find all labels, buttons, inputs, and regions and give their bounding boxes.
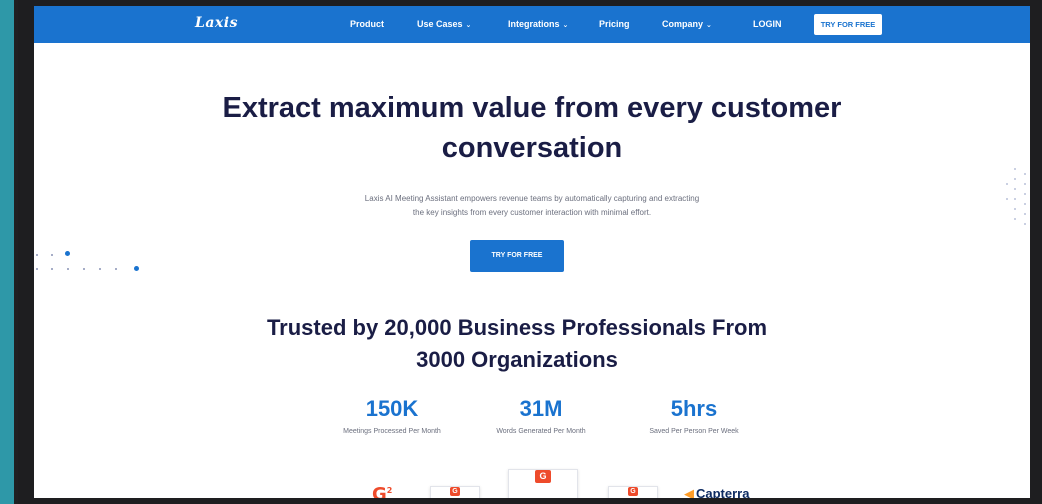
stat-words: 31M Words Generated Per Month	[461, 396, 621, 435]
dot	[134, 266, 139, 271]
g2-icon: G	[628, 487, 638, 496]
g2-award-badge: G	[608, 486, 658, 498]
laxis-logo[interactable]: Laxis	[195, 15, 238, 31]
capterra-logo: ◀ Capterra	[684, 486, 749, 498]
hero-subtitle-line-1: Laxis AI Meeting Assistant empowers reve…	[364, 194, 700, 203]
nav-product[interactable]: Product	[350, 19, 384, 29]
stat-label: Words Generated Per Month	[496, 428, 586, 435]
dot	[36, 268, 38, 270]
dot	[1006, 183, 1008, 185]
g2-award-badge-large: G	[508, 469, 578, 498]
window-edge	[0, 0, 18, 504]
dot	[1024, 223, 1026, 225]
dot	[1024, 213, 1026, 215]
dot	[1014, 178, 1016, 180]
hero-try-for-free-button[interactable]: TRY FOR FREE	[470, 240, 564, 272]
dot	[1014, 218, 1016, 220]
g2-award-badge: G	[430, 486, 480, 498]
hero-title-line-2: conversation	[441, 132, 623, 164]
stat-value: 150K	[365, 396, 419, 421]
nav-company[interactable]: Company ⌄	[662, 19, 712, 29]
chevron-down-icon: ⌄	[706, 22, 712, 29]
g2-icon: G	[450, 487, 460, 496]
dot	[1024, 183, 1026, 185]
dot	[1014, 198, 1016, 200]
g2-logo-letter: G	[372, 484, 387, 498]
hero-title-line-1: Extract maximum value from every custome…	[222, 92, 842, 124]
stat-saved-time: 5hrs Saved Per Person Per Week	[614, 396, 774, 435]
dot	[1024, 173, 1026, 175]
capterra-arrow-icon: ◀	[684, 486, 694, 498]
nav-product-label: Product	[350, 19, 385, 29]
stat-value: 31M	[519, 396, 563, 421]
dot	[65, 251, 70, 256]
capterra-text: Capterra	[696, 486, 750, 498]
nav-pricing-label: Pricing	[599, 19, 630, 29]
stat-value: 5hrs	[670, 396, 718, 421]
g2-logo: G2	[372, 484, 392, 498]
nav-integrations-label: Integrations	[508, 19, 560, 29]
dot	[83, 268, 85, 270]
g2-icon: G	[535, 470, 551, 483]
trusted-heading-line-2: 3000 Organizations	[416, 347, 618, 372]
chevron-down-icon: ⌄	[465, 22, 472, 29]
trusted-heading: Trusted by 20,000 Business Professionals…	[34, 312, 1000, 376]
dot	[1014, 168, 1016, 170]
dot	[51, 268, 53, 270]
g2-logo-sup: 2	[386, 486, 393, 495]
stat-label: Saved Per Person Per Week	[649, 428, 739, 435]
login-link[interactable]: LOGIN	[753, 19, 782, 29]
trusted-heading-line-1: Trusted by 20,000 Business Professionals…	[266, 315, 768, 340]
nav-use-cases-label: Use Cases	[417, 19, 463, 29]
chevron-down-icon: ⌄	[562, 22, 569, 29]
stat-meetings: 150K Meetings Processed Per Month	[312, 396, 472, 435]
hero-title: Extract maximum value from every custome…	[34, 88, 1030, 168]
nav-pricing[interactable]: Pricing	[599, 19, 630, 29]
dot	[1014, 208, 1016, 210]
nav-integrations[interactable]: Integrations ⌄	[508, 19, 568, 29]
hero-subtitle: Laxis AI Meeting Assistant empowers reve…	[34, 192, 1030, 220]
nav-use-cases[interactable]: Use Cases ⌄	[417, 19, 471, 29]
dot	[1024, 203, 1026, 205]
nav-try-for-free-button[interactable]: TRY FOR FREE	[814, 14, 882, 35]
dot	[1014, 188, 1016, 190]
dot	[1006, 198, 1008, 200]
dot	[51, 254, 53, 256]
nav-company-label: Company	[662, 19, 704, 29]
dot	[67, 268, 69, 270]
dot	[1024, 193, 1026, 195]
stat-label: Meetings Processed Per Month	[343, 428, 441, 435]
website-screenshot: Laxis Product Use Cases ⌄ Integrations ⌄ P…	[34, 6, 1030, 498]
dot	[99, 268, 101, 270]
top-navbar: Laxis Product Use Cases ⌄ Integrations ⌄ P…	[34, 6, 1030, 43]
hero-subtitle-line-2: the key insights from every customer int…	[412, 208, 652, 217]
dot	[36, 254, 38, 256]
dot	[115, 268, 117, 270]
